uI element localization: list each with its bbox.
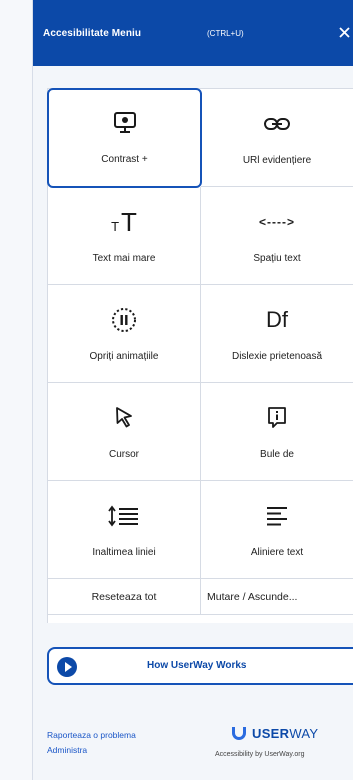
manage-link[interactable]: Administra	[47, 745, 87, 755]
line-height-icon	[48, 499, 200, 533]
page-background-strip	[0, 0, 32, 780]
close-icon[interactable]	[334, 22, 353, 44]
tile-contrast[interactable]: Contrast +	[47, 88, 202, 188]
tile-label: Dislexie prietenoasă	[231, 351, 323, 362]
accessibility-panel: Accesibilitate Meniu (CTRL+U) Contrast +	[32, 0, 353, 780]
panel-title: Accesibilitate Meniu	[43, 28, 142, 39]
tile-label: Bule de	[260, 449, 294, 460]
tile-text-spacing[interactable]: <----> Spațiu text	[201, 187, 353, 285]
monitor-contrast-icon	[49, 106, 200, 140]
tile-dyslexia-friendly[interactable]: Df Dislexie prietenoasă	[201, 285, 353, 383]
tile-highlight-links[interactable]: URl evidențiere	[201, 89, 353, 187]
how-userway-works-label: How UserWay Works	[147, 660, 247, 671]
tooltip-bubble-icon	[201, 401, 353, 435]
accessibility-features-grid: Contrast + URl evidențiere T T Text mai …	[47, 88, 353, 623]
reset-all-button[interactable]: Reseteaza tot	[48, 579, 201, 615]
tile-label: URl evidențiere	[242, 155, 312, 166]
keyboard-shortcut-hint: (CTRL+U)	[207, 29, 244, 38]
move-hide-button[interactable]: Mutare / Ascunde...	[201, 579, 353, 615]
tile-cursor[interactable]: Cursor	[48, 383, 201, 481]
tile-label: Text mai mare	[92, 253, 156, 264]
tile-label: Inaltimea liniei	[92, 547, 156, 558]
link-icon	[201, 107, 353, 141]
tile-label: Aliniere text	[250, 547, 304, 558]
pause-animation-icon	[48, 303, 200, 337]
tile-tooltips[interactable]: Bule de	[201, 383, 353, 481]
text-align-icon	[201, 499, 353, 533]
userway-logo[interactable]: USERWAY	[232, 726, 318, 741]
report-problem-link[interactable]: Raporteaza o problema	[47, 730, 136, 740]
tile-label: Spațiu text	[253, 253, 301, 264]
tile-label: Contrast +	[101, 154, 148, 165]
brand-bold: USER	[252, 726, 290, 741]
brand-tagline: Accessibility by UserWay.org	[215, 751, 305, 758]
how-userway-works-button[interactable]: How UserWay Works	[47, 647, 353, 685]
dyslexia-font-icon: Df	[266, 307, 288, 332]
tile-label: Opriți animațiile	[89, 351, 159, 362]
userway-u-icon	[232, 727, 246, 740]
brand-light: WAY	[289, 726, 319, 741]
tile-pause-animations[interactable]: Opriți animațiile	[48, 285, 201, 383]
text-size-icon: T T	[111, 206, 137, 237]
text-spacing-icon: <---->	[259, 215, 295, 229]
panel-header: Accesibilitate Meniu (CTRL+U)	[33, 0, 353, 66]
tile-label: Cursor	[108, 449, 139, 460]
cursor-icon	[48, 401, 200, 435]
tile-text-align[interactable]: Aliniere text	[201, 481, 353, 579]
tile-line-height[interactable]: Inaltimea liniei	[48, 481, 201, 579]
tile-bigger-text[interactable]: T T Text mai mare	[48, 187, 201, 285]
play-icon	[57, 657, 77, 677]
